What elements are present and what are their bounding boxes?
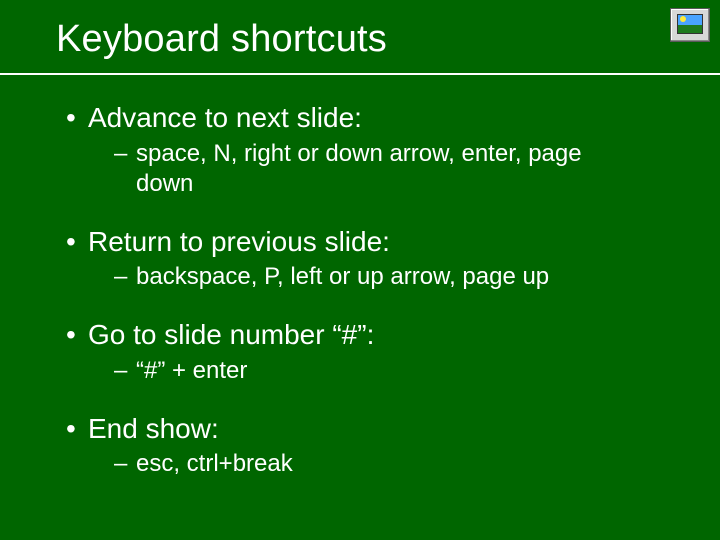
dash-icon: – — [114, 262, 136, 292]
dash-icon: – — [114, 449, 136, 479]
dash-icon: – — [114, 356, 136, 386]
list-item: • Go to slide number “#”: – “#” + enter — [60, 318, 660, 386]
list-item: • Advance to next slide: – space, N, rig… — [60, 101, 660, 199]
bullet-icon: • — [60, 412, 88, 446]
item-sub: space, N, right or down arrow, enter, pa… — [136, 139, 620, 199]
list-item: • Return to previous slide: – backspace,… — [60, 225, 660, 293]
body-content: • Advance to next slide: – space, N, rig… — [0, 75, 720, 479]
item-sub: “#” + enter — [136, 356, 247, 386]
bullet-icon: • — [60, 225, 88, 259]
bullet-icon: • — [60, 318, 88, 352]
bullet-icon: • — [60, 101, 88, 135]
item-sub: esc, ctrl+break — [136, 449, 293, 479]
item-label: Advance to next slide: — [88, 101, 362, 135]
list-item: • End show: – esc, ctrl+break — [60, 412, 660, 480]
item-sub: backspace, P, left or up arrow, page up — [136, 262, 549, 292]
item-label: Return to previous slide: — [88, 225, 390, 259]
picture-placeholder-icon — [670, 8, 710, 42]
dash-icon: – — [114, 139, 136, 169]
slide-title: Keyboard shortcuts — [56, 18, 720, 61]
item-label: End show: — [88, 412, 219, 446]
item-label: Go to slide number “#”: — [88, 318, 374, 352]
title-area: Keyboard shortcuts — [0, 0, 720, 61]
